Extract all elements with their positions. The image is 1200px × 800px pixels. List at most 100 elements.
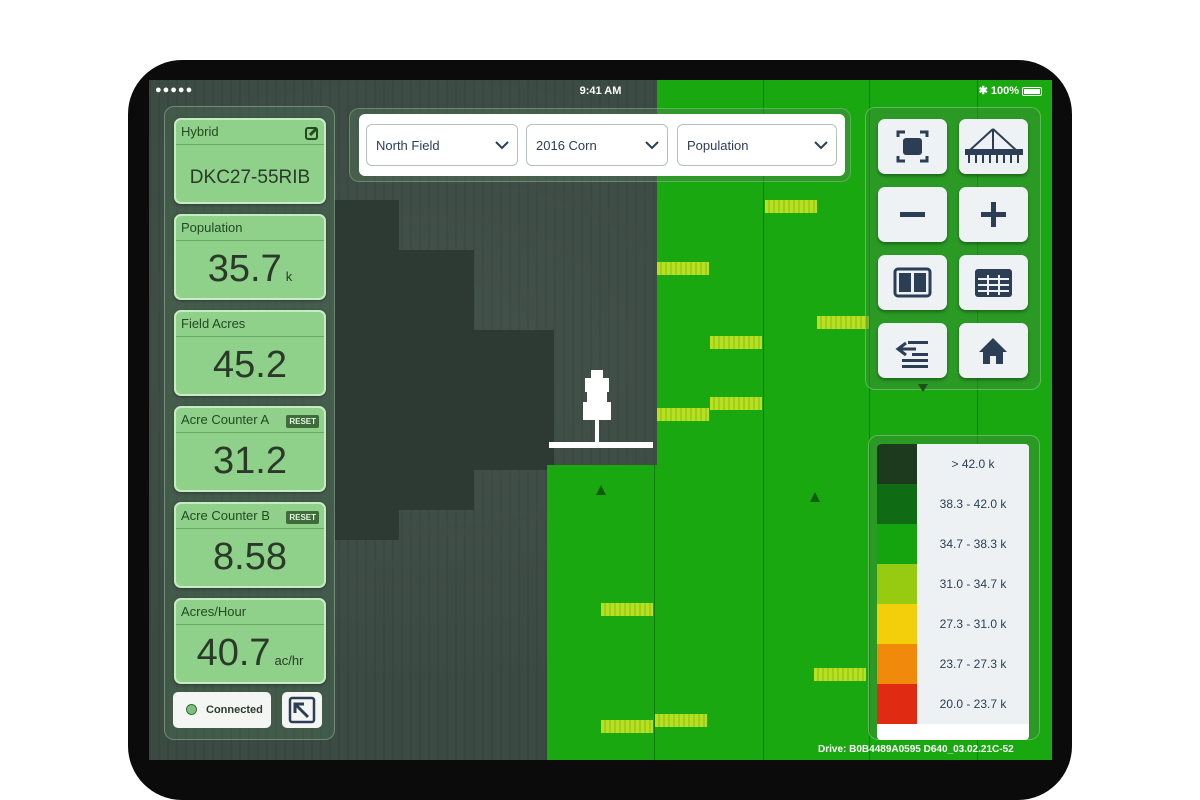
edit-icon[interactable] xyxy=(305,126,319,140)
pass-line xyxy=(763,80,764,760)
population-patch xyxy=(657,408,709,421)
stat-number: 31.2 xyxy=(213,440,287,482)
bluetooth-icon: ✱ xyxy=(978,85,991,97)
home-button[interactable] xyxy=(959,323,1028,378)
layers-button[interactable] xyxy=(878,323,947,378)
panel-collapse-icon[interactable] xyxy=(918,384,928,392)
fit-to-screen-icon xyxy=(896,130,929,163)
legend-swatch xyxy=(877,524,917,564)
legend-swatch xyxy=(877,564,917,604)
connection-indicator xyxy=(186,704,197,715)
legend-range: 38.3 - 42.0 k xyxy=(917,484,1029,524)
stat-label: Acre Counter A xyxy=(181,412,270,427)
stat-label: Acres/Hour xyxy=(181,604,247,619)
stat-value: DKC27-55RIB xyxy=(176,167,324,189)
legend-range: > 42.0 k xyxy=(917,444,1029,484)
legend-range: 34.7 - 38.3 k xyxy=(917,524,1029,564)
legend-swatch xyxy=(877,444,917,484)
legend-swatch xyxy=(877,484,917,524)
legend-swatch xyxy=(877,644,917,684)
reset-button[interactable]: RESET xyxy=(286,415,319,428)
home-icon xyxy=(979,338,1007,364)
layer-selector[interactable]: Population xyxy=(677,124,837,166)
status-bar: ●●●●● 9:41 AM ✱ 100% xyxy=(149,80,1052,102)
zoom-in-icon xyxy=(981,202,1006,227)
legend-row: 38.3 - 42.0 k xyxy=(877,484,1029,524)
stat-label: Field Acres xyxy=(181,316,246,331)
battery-status: ✱ 100% xyxy=(979,84,1042,97)
divider xyxy=(176,432,324,433)
population-patch xyxy=(657,262,709,275)
population-patch xyxy=(601,720,653,733)
legend-swatch xyxy=(877,684,917,724)
legend-row: 20.0 - 23.7 k xyxy=(877,684,1029,724)
split-view-button[interactable] xyxy=(878,255,947,310)
population-legend: > 42.0 k 38.3 - 42.0 k 34.7 - 38.3 k 31.0 -… xyxy=(877,444,1029,740)
stat-value: 45.2 xyxy=(176,344,324,387)
divider xyxy=(176,144,324,145)
stat-card-acre-counter-a: Acre Counter A RESET 31.2 xyxy=(174,406,326,492)
population-patch xyxy=(814,668,866,681)
drive-info: Drive: B0B4489A0595 D640_03.02.21C-52 xyxy=(818,744,1014,755)
legend-row: 34.7 - 38.3 k xyxy=(877,524,1029,564)
legend-range: 20.0 - 23.7 k xyxy=(917,684,1029,724)
legend-row: 23.7 - 27.3 k xyxy=(877,644,1029,684)
zoom-out-button[interactable] xyxy=(878,187,947,242)
direction-marker xyxy=(596,485,606,495)
stat-label: Population xyxy=(181,220,243,235)
field-selector-value: North Field xyxy=(376,138,440,153)
stat-number: DKC27-55RIB xyxy=(189,167,311,188)
field-selector[interactable]: North Field xyxy=(366,124,518,166)
zoom-out-icon xyxy=(900,212,925,217)
expand-arrow-icon xyxy=(288,696,316,724)
divider xyxy=(176,528,324,529)
legend-range: 23.7 - 27.3 k xyxy=(917,644,1029,684)
legend-row: 31.0 - 34.7 k xyxy=(877,564,1029,604)
stat-label: Hybrid xyxy=(181,124,219,139)
battery-icon xyxy=(1022,86,1042,96)
planter-view-button[interactable] xyxy=(959,119,1028,174)
reset-button[interactable]: RESET xyxy=(286,511,319,524)
stat-unit: ac/hr xyxy=(274,653,304,668)
legend-row: > 42.0 k xyxy=(877,444,1029,484)
clock: 9:41 AM xyxy=(579,85,622,97)
layers-icon xyxy=(895,341,928,368)
stat-number: 8.58 xyxy=(213,536,287,578)
divider xyxy=(176,624,324,625)
table-view-button[interactable] xyxy=(959,255,1028,310)
season-selector-value: 2016 Corn xyxy=(536,138,597,153)
stat-number: 35.7 xyxy=(207,248,282,290)
direction-marker xyxy=(810,492,820,502)
stat-number: 40.7 xyxy=(196,632,271,674)
map-dark-patch xyxy=(334,200,399,540)
population-patch xyxy=(710,397,762,410)
population-patch xyxy=(710,336,762,349)
season-selector[interactable]: 2016 Corn xyxy=(526,124,668,166)
layer-selector-value: Population xyxy=(687,138,749,153)
stat-card-field-acres: Field Acres 45.2 xyxy=(174,310,326,396)
chevron-down-icon xyxy=(645,141,659,150)
connection-label: Connected xyxy=(206,704,263,716)
battery-percent: 100% xyxy=(990,85,1019,97)
chevron-down-icon xyxy=(495,141,509,150)
fit-to-screen-button[interactable] xyxy=(878,119,947,174)
population-patch xyxy=(817,316,869,329)
expand-button[interactable] xyxy=(282,692,322,728)
connection-status-button[interactable]: Connected xyxy=(173,692,271,728)
stat-value: 31.2 xyxy=(176,440,324,483)
zoom-in-button[interactable] xyxy=(959,187,1028,242)
legend-range: 27.3 - 31.0 k xyxy=(917,604,1029,644)
map-dark-patch xyxy=(474,330,554,470)
divider xyxy=(176,240,324,241)
chevron-down-icon xyxy=(814,141,828,150)
population-patch xyxy=(601,603,653,616)
stat-value: 8.58 xyxy=(176,536,324,579)
population-patch xyxy=(655,714,707,727)
stat-value: 40.7 ac/hr xyxy=(176,632,324,675)
stat-value: 35.7 k xyxy=(176,248,324,291)
stat-number: 45.2 xyxy=(213,344,287,386)
population-patch xyxy=(765,200,817,213)
stat-card-acres-hour: Acres/Hour 40.7 ac/hr xyxy=(174,598,326,684)
tractor-icon xyxy=(549,370,653,448)
split-view-icon xyxy=(893,267,932,298)
